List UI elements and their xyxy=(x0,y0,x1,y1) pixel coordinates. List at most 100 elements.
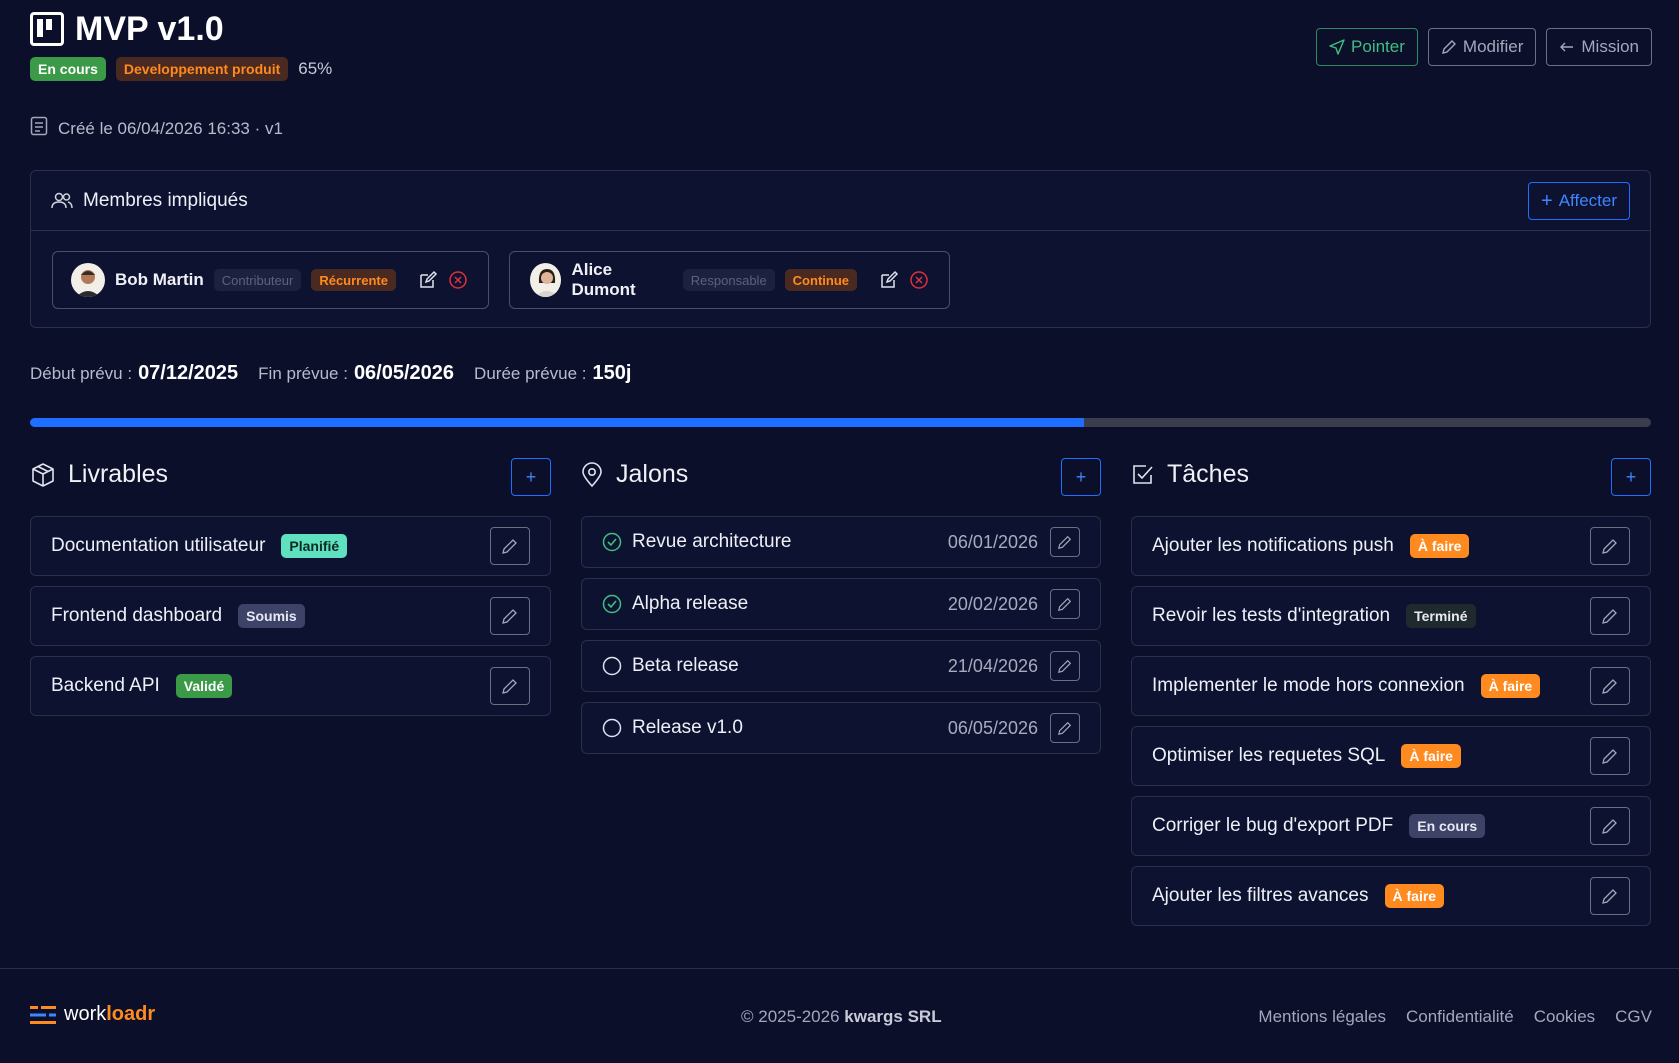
add-task-button[interactable]: + xyxy=(1611,458,1651,496)
pencil-icon xyxy=(1057,597,1072,612)
edit-task-button[interactable] xyxy=(1590,737,1630,775)
list-item[interactable]: Revue architecture 06/01/2026 xyxy=(581,516,1101,568)
edit-task-button[interactable] xyxy=(1590,597,1630,635)
assign-label: Affecter xyxy=(1558,191,1617,210)
add-deliverable-button[interactable]: + xyxy=(511,458,551,496)
circle-icon[interactable] xyxy=(602,656,622,676)
edit-milestone-button[interactable] xyxy=(1050,651,1080,681)
remove-member-icon[interactable] xyxy=(448,270,468,290)
milestone-date: 20/02/2026 xyxy=(947,593,1038,614)
list-item[interactable]: Alpha release 20/02/2026 xyxy=(581,578,1101,630)
footer-link-cookies[interactable]: Cookies xyxy=(1534,1007,1595,1027)
category-badge: Developpement produit xyxy=(115,57,289,81)
list-item[interactable]: Revoir les tests d'integration Terminé xyxy=(1131,586,1651,646)
member-role-badge: Contributeur xyxy=(213,269,302,291)
member-frequency-badge: Récurrente xyxy=(311,269,396,291)
mission-back-button[interactable]: Mission xyxy=(1546,28,1652,66)
add-milestone-button[interactable]: + xyxy=(1061,458,1101,496)
tasks-title: Tâches xyxy=(1167,460,1249,488)
edit-task-button[interactable] xyxy=(1590,527,1630,565)
edit-deliverable-button[interactable] xyxy=(490,597,530,635)
list-item[interactable]: Beta release 21/04/2026 xyxy=(581,640,1101,692)
list-item[interactable]: Backend API Validé xyxy=(30,656,551,716)
footer-link-legal[interactable]: Mentions légales xyxy=(1258,1007,1386,1027)
edit-milestone-button[interactable] xyxy=(1050,713,1080,743)
member-frequency-badge: Continue xyxy=(784,269,857,291)
remove-member-icon[interactable] xyxy=(909,270,929,290)
task-status-badge: À faire xyxy=(1384,884,1445,908)
pencil-icon xyxy=(1602,609,1617,624)
edit-deliverable-button[interactable] xyxy=(490,667,530,705)
list-item[interactable]: Documentation utilisateur Planifié xyxy=(30,516,551,576)
progress-percent: 65% xyxy=(298,59,333,78)
pencil-icon xyxy=(1057,721,1072,736)
pointer-button[interactable]: Pointer xyxy=(1316,28,1418,66)
pencil-icon xyxy=(1602,539,1617,554)
list-item[interactable]: Optimiser les requetes SQL À faire xyxy=(1131,726,1651,786)
member-name: Alice Dumont xyxy=(571,260,636,299)
edit-milestone-button[interactable] xyxy=(1050,589,1080,619)
status-badge: En cours xyxy=(30,57,106,81)
task-status-badge: Terminé xyxy=(1406,604,1476,628)
deliverables-title: Livrables xyxy=(68,460,169,488)
arrow-left-icon xyxy=(1560,42,1574,52)
edit-task-button[interactable] xyxy=(1590,877,1630,915)
task-name: Revoir les tests d'integration xyxy=(1152,605,1391,626)
end-label: Fin prévue : xyxy=(258,364,348,383)
edit-member-icon[interactable] xyxy=(879,270,899,290)
copyright: © 2025-2026 kwargs SRL xyxy=(741,1007,942,1027)
members-card: Membres impliqués + Affecter Bob Martin … xyxy=(30,170,1651,328)
edit-member-icon[interactable] xyxy=(418,270,438,290)
footer-link-privacy[interactable]: Confidentialité xyxy=(1406,1007,1514,1027)
deliverable-name: Backend API xyxy=(51,675,160,696)
task-name: Ajouter les notifications push xyxy=(1152,535,1394,556)
member-role-badge: Responsable xyxy=(682,269,775,291)
milestone-date: 06/01/2026 xyxy=(947,531,1038,552)
task-name: Implementer le mode hors connexion xyxy=(1152,675,1465,696)
users-icon xyxy=(51,192,73,208)
checkbox-icon xyxy=(1133,464,1153,484)
edit-task-button[interactable] xyxy=(1590,667,1630,705)
list-item[interactable]: Implementer le mode hors connexion À fair… xyxy=(1131,656,1651,716)
pencil-icon xyxy=(1057,659,1072,674)
duration-label: Durée prévue : xyxy=(474,364,587,383)
copyright-text: © 2025-2026 xyxy=(741,1007,845,1026)
assign-button[interactable]: + Affecter xyxy=(1528,182,1630,220)
edit-task-button[interactable] xyxy=(1590,807,1630,845)
check-circle-icon xyxy=(602,532,622,552)
edit-deliverable-button[interactable] xyxy=(490,527,530,565)
pencil-icon xyxy=(1057,535,1072,550)
footer-link-cgv[interactable]: CGV xyxy=(1615,1007,1652,1027)
task-status-badge: À faire xyxy=(1401,744,1461,768)
list-item[interactable]: Ajouter les filtres avances À faire xyxy=(1131,866,1651,926)
avatar xyxy=(530,263,562,297)
members-title: Membres impliqués xyxy=(83,189,248,211)
check-circle-icon xyxy=(602,594,622,614)
edit-milestone-button[interactable] xyxy=(1050,527,1080,557)
pencil-icon xyxy=(502,609,517,624)
member-name: Bob Martin xyxy=(115,270,204,289)
pencil-icon xyxy=(1602,819,1617,834)
footer-brand[interactable]: workloadr xyxy=(30,1003,155,1026)
list-item[interactable]: Release v1.0 06/05/2026 xyxy=(581,702,1101,754)
modify-button[interactable]: Modifier xyxy=(1427,28,1537,66)
plus-icon: + xyxy=(1541,189,1553,212)
pencil-icon xyxy=(502,539,517,554)
milestone-date: 06/05/2026 xyxy=(947,717,1038,738)
send-icon xyxy=(1329,39,1345,55)
milestones-header: Jalons xyxy=(580,460,688,489)
member-card: Alice Dumont Responsable Continue xyxy=(509,251,950,309)
list-item[interactable]: Ajouter les notifications push À faire xyxy=(1131,516,1651,576)
list-item[interactable]: Frontend dashboard Soumis xyxy=(30,586,551,646)
milestone-name: Release v1.0 xyxy=(632,717,743,738)
deliverable-status-badge: Soumis xyxy=(238,604,305,628)
pencil-icon xyxy=(1602,749,1617,764)
circle-icon[interactable] xyxy=(602,718,622,738)
task-status-badge: En cours xyxy=(1409,814,1486,838)
footer-divider xyxy=(0,968,1679,969)
avatar xyxy=(71,263,105,297)
list-item[interactable]: Corriger le bug d'export PDF En cours xyxy=(1131,796,1651,856)
start-label: Début prévu : xyxy=(30,364,133,383)
milestone-date: 21/04/2026 xyxy=(947,655,1038,676)
task-name: Ajouter les filtres avances xyxy=(1152,885,1369,906)
